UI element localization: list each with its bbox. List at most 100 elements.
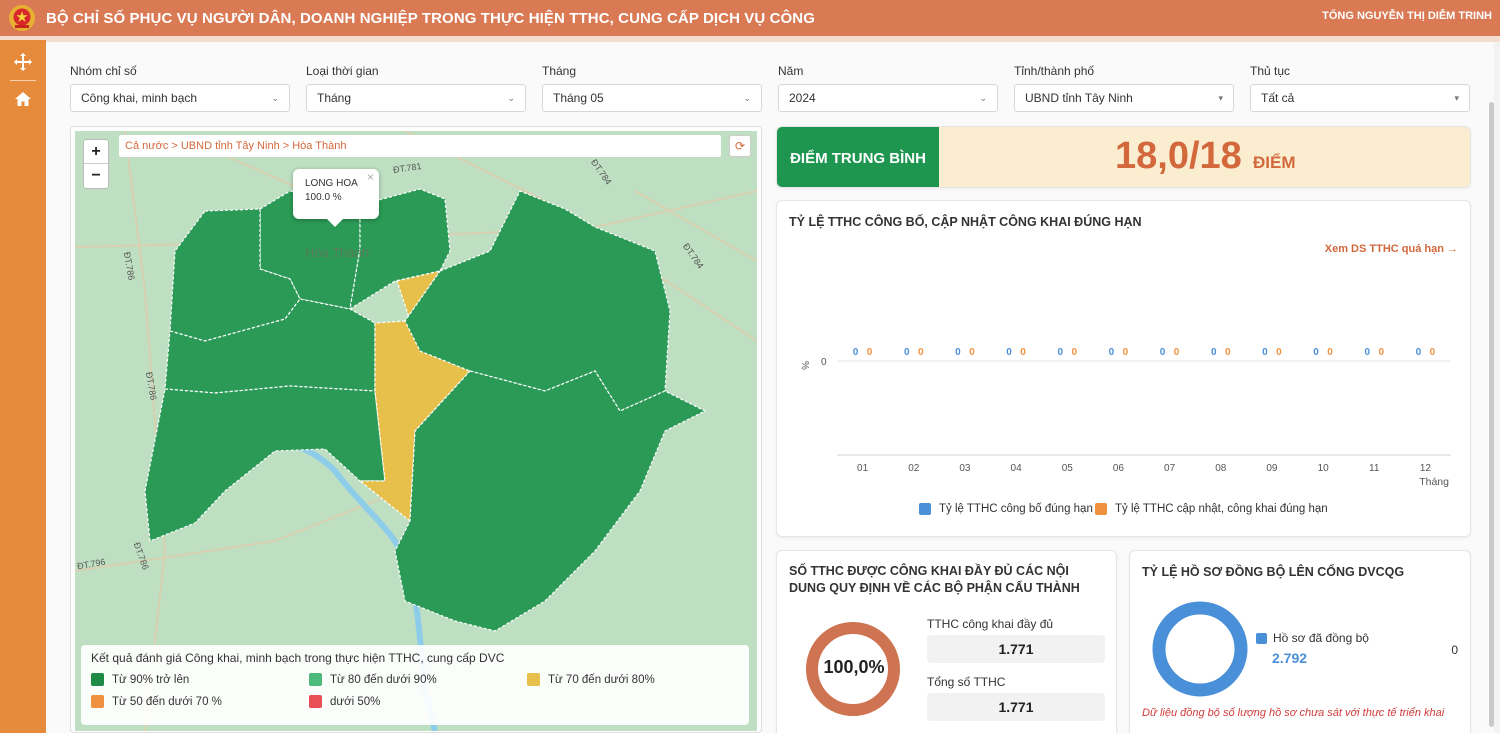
map-panel: Hòa Thành ĐT.781 ĐT.784 ĐT.784 ĐT.786 ĐT…	[70, 126, 762, 733]
filter-year: Năm 2024 ⌄	[778, 64, 998, 112]
x-axis-label: Tháng	[1419, 476, 1449, 488]
data-label: 0	[1262, 347, 1268, 358]
card-title: SỐ TTHC ĐƯỢC CÔNG KHAI ĐẦY ĐỦ CÁC NỘI DU…	[789, 564, 1080, 595]
national-emblem-icon	[9, 5, 35, 31]
score-unit: ĐIỂM	[1253, 153, 1296, 172]
map-place-label: Hòa Thành	[305, 245, 370, 260]
data-label: 0	[1378, 347, 1384, 358]
full-label: TTHC công khai đầy đủ	[927, 617, 1054, 631]
sync-rate-card: TỶ LỆ HỒ SƠ ĐỒNG BỘ LÊN CỔNG DVCQG Hồ sơ…	[1129, 550, 1471, 733]
x-tick-label: 05	[1062, 463, 1074, 474]
vertical-scrollbar[interactable]	[1489, 102, 1494, 727]
data-label: 0	[1123, 347, 1129, 358]
filter-label: Tỉnh/thành phố	[1014, 64, 1095, 78]
data-label: 0	[1160, 347, 1166, 358]
filter-label: Nhóm chỉ số	[70, 64, 137, 78]
data-label: 0	[918, 347, 924, 358]
header-bar: BỘ CHỈ SỐ PHỤC VỤ NGƯỜI DÂN, DOANH NGHIỆ…	[0, 0, 1500, 36]
legend-item: Từ 50 đến dưới 70 %	[91, 695, 222, 708]
average-score-card: ĐIỂM TRUNG BÌNH 18,0/18 ĐIỂM	[776, 126, 1471, 188]
select-value: Tháng 05	[553, 91, 604, 105]
legend-item: Từ 70 đến dưới 80%	[527, 673, 655, 686]
select-value: 2024	[789, 91, 816, 105]
filter-label: Năm	[778, 64, 804, 78]
procedure-select[interactable]: Tất cả ▾	[1250, 84, 1470, 112]
data-label: 0	[1109, 347, 1115, 358]
legend-label: Tỷ lệ TTHC cập nhật, công khai đúng hạn	[1115, 503, 1328, 515]
filter-month: Tháng Tháng 05 ⌄	[542, 64, 762, 112]
chart-legend-item[interactable]: Tỷ lệ TTHC cập nhật, công khai đúng hạn	[1095, 503, 1328, 515]
chevron-down-icon: ⌄	[743, 92, 751, 103]
x-tick-label: 03	[959, 463, 971, 474]
sync-donut	[1152, 601, 1248, 697]
legend-swatch	[527, 673, 540, 686]
chevron-down-icon: ⌄	[507, 92, 515, 103]
legend-swatch	[91, 673, 104, 686]
legend-swatch	[309, 695, 322, 708]
data-label: 0	[1416, 347, 1422, 358]
filter-label: Thủ tục	[1250, 64, 1291, 78]
choropleth-map[interactable]: Hòa Thành ĐT.781 ĐT.784 ĐT.784 ĐT.786 ĐT…	[75, 131, 757, 731]
total-value: 1.771	[927, 693, 1105, 721]
data-label: 0	[904, 347, 910, 358]
province-select[interactable]: UBND tỉnh Tây Ninh ▾	[1014, 84, 1234, 112]
select-value: Tất cả	[1261, 91, 1295, 105]
move-icon[interactable]	[0, 44, 46, 80]
data-label: 0	[1174, 347, 1180, 358]
legend-item: dưới 50%	[309, 695, 380, 708]
home-icon[interactable]	[0, 81, 46, 117]
bar-chart: % 0010 0020 0030 0040 0050 0060 0070 0080 0090 010…	[799, 347, 1451, 488]
indicator-group-select[interactable]: Công khai, minh bạch ⌄	[70, 84, 290, 112]
zoom-in-button[interactable]: +	[84, 140, 108, 164]
data-label: 0	[1276, 347, 1282, 358]
time-type-select[interactable]: Tháng ⌄	[306, 84, 526, 112]
legend-swatch	[91, 695, 104, 708]
popup-value: 100.0 %	[305, 192, 342, 203]
data-label: 0	[1006, 347, 1012, 358]
select-value: Tháng	[317, 91, 352, 105]
filter-procedure: Thủ tục Tất cả ▾	[1250, 64, 1470, 112]
month-select[interactable]: Tháng 05 ⌄	[542, 84, 762, 112]
legend-swatch	[1256, 632, 1267, 644]
map-legend: Kết quả đánh giá Công khai, minh bạch tr…	[81, 645, 749, 725]
district-east-south[interactable]	[394, 370, 707, 632]
data-label: 0	[1430, 347, 1436, 358]
x-tick-label: 12	[1420, 463, 1432, 474]
popup-name: LONG HOA	[305, 178, 358, 189]
legend-label: Hồ sơ đã đồng bộ	[1273, 631, 1369, 645]
x-tick-label: 08	[1215, 463, 1227, 474]
total-label: Tổng số TTHC	[927, 675, 1006, 689]
close-icon[interactable]: ×	[367, 170, 374, 184]
score-label: ĐIỂM TRUNG BÌNH	[777, 127, 939, 187]
user-name[interactable]: TỔNG NGUYỄN THỊ DIỄM TRINH	[1322, 10, 1492, 22]
caret-down-icon: ▾	[1454, 92, 1459, 103]
districts	[144, 188, 707, 632]
legend-swatch	[309, 673, 322, 686]
district-w2[interactable]	[144, 385, 386, 542]
zoom-out-button[interactable]: −	[84, 164, 108, 188]
legend-label: Tỷ lệ TTHC công bố đúng hạn	[939, 503, 1093, 515]
data-label: 0	[1211, 347, 1217, 358]
data-label: 0	[969, 347, 975, 358]
x-tick-label: 01	[857, 463, 869, 474]
legend-item: Từ 80 đến dưới 90%	[309, 673, 437, 686]
data-label: 0	[1071, 347, 1077, 358]
data-label: 0	[1225, 347, 1231, 358]
select-value: Công khai, minh bạch	[81, 91, 198, 105]
refresh-icon[interactable]: ⟳	[729, 135, 751, 157]
y-tick-label: 0	[821, 357, 827, 368]
data-label: 0	[955, 347, 961, 358]
data-label: 0	[1020, 347, 1026, 358]
y-axis-label: %	[799, 361, 810, 370]
legend-title: Kết quả đánh giá Công khai, minh bạch tr…	[91, 651, 505, 665]
year-select[interactable]: 2024 ⌄	[778, 84, 998, 112]
chart-legend-item[interactable]: Tỷ lệ TTHC công bố đúng hạn	[919, 503, 1093, 515]
data-label: 0	[1364, 347, 1370, 358]
map-breadcrumb[interactable]: Cả nước > UBND tỉnh Tây Ninh > Hòa Thành	[119, 135, 721, 157]
filter-indicator-group: Nhóm chỉ số Công khai, minh bạch ⌄	[70, 64, 290, 112]
x-tick-label: 11	[1369, 463, 1380, 474]
synced-count: 2.792	[1272, 650, 1308, 666]
filter-label: Loại thời gian	[306, 64, 379, 78]
sync-legend-item[interactable]: Hồ sơ đã đồng bộ	[1256, 631, 1369, 645]
legend-label: Từ 80 đến dưới 90%	[330, 673, 437, 686]
